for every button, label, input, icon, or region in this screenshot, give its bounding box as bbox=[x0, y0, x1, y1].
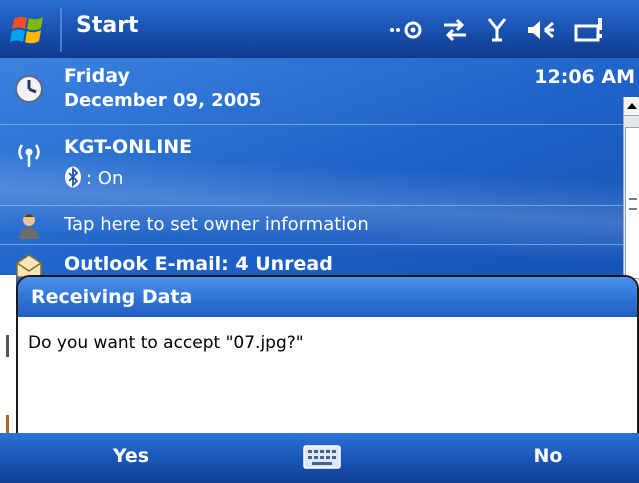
title-bar: Start bbox=[0, 0, 639, 58]
title-text[interactable]: Start bbox=[76, 13, 139, 38]
background-edge bbox=[0, 275, 16, 445]
owner-icon bbox=[14, 211, 44, 241]
network-name: KGT-ONLINE bbox=[64, 136, 193, 158]
clock-icon bbox=[14, 74, 44, 104]
edge-mark bbox=[6, 335, 9, 357]
yes-button[interactable]: Yes bbox=[86, 445, 176, 467]
scroll-up-arrow-icon[interactable] bbox=[624, 97, 639, 116]
date-row[interactable]: Friday December 09, 2005 12:06 AM bbox=[0, 58, 639, 125]
signal-icon[interactable] bbox=[486, 16, 508, 44]
keyboard-icon[interactable] bbox=[303, 445, 341, 469]
wireless-icon bbox=[14, 139, 44, 169]
day-label: Friday bbox=[64, 65, 130, 87]
battery-icon[interactable] bbox=[574, 16, 604, 44]
scroll-grip-icon bbox=[629, 198, 637, 210]
owner-row[interactable]: Tap here to set owner information bbox=[0, 206, 624, 245]
edge-mark bbox=[6, 415, 9, 433]
windows-flag-icon[interactable] bbox=[10, 10, 50, 50]
no-button[interactable]: No bbox=[508, 445, 588, 467]
email-summary: Outlook E-mail: 4 Unread bbox=[64, 253, 333, 275]
connection-row[interactable]: KGT-ONLINE : On bbox=[0, 125, 624, 206]
dialog-title-bar: Receiving Data bbox=[18, 277, 637, 317]
bluetooth-status: : On bbox=[86, 168, 124, 189]
pocketpc-screen: Start Friday December 09, 2005 12:06 AM … bbox=[0, 0, 639, 483]
sync-icon[interactable] bbox=[442, 17, 468, 43]
volume-icon[interactable] bbox=[526, 17, 556, 43]
scroll-thumb[interactable] bbox=[625, 127, 639, 279]
time-label[interactable]: 12:06 AM bbox=[534, 66, 635, 88]
status-tray bbox=[388, 12, 604, 48]
receiving-data-dialog: Receiving Data Do you want to accept "07… bbox=[16, 275, 639, 459]
softkey-bar: Yes No bbox=[0, 433, 639, 483]
bluetooth-icon bbox=[64, 166, 82, 188]
dialog-title: Receiving Data bbox=[31, 286, 193, 308]
bluetooth-status-line: : On bbox=[64, 166, 123, 189]
date-label: December 09, 2005 bbox=[64, 90, 262, 111]
dialog-message: Do you want to accept "07.jpg?" bbox=[28, 333, 304, 353]
owner-prompt: Tap here to set owner information bbox=[64, 214, 369, 235]
connectivity-icon[interactable] bbox=[388, 17, 424, 43]
title-separator bbox=[60, 8, 62, 52]
